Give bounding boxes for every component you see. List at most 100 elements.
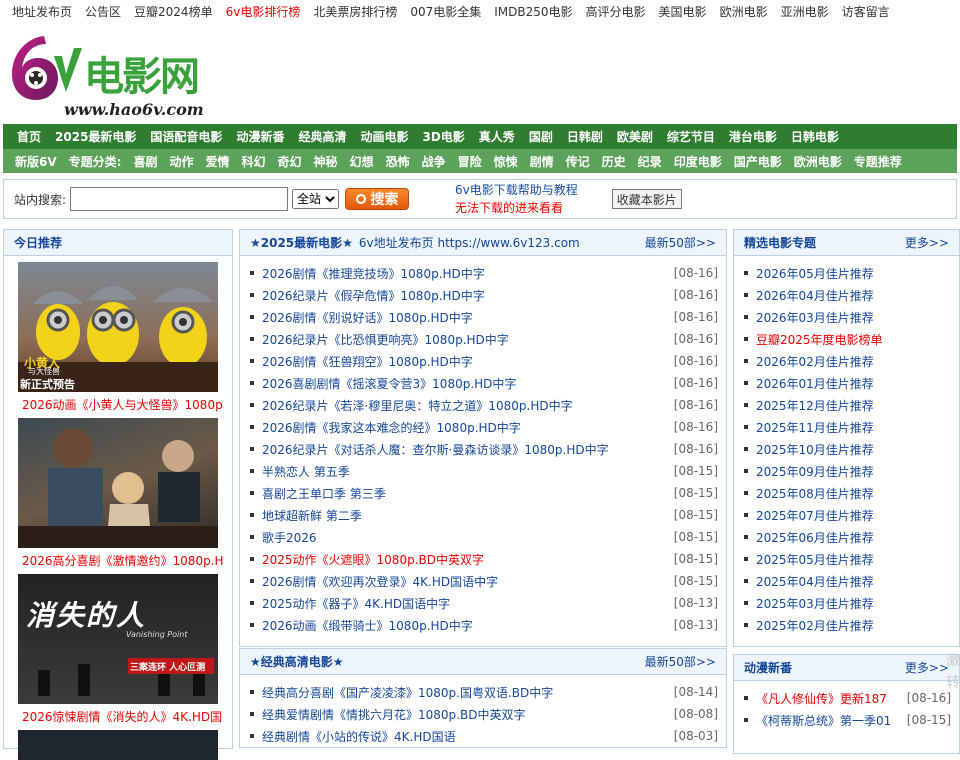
top-nav-link[interactable]: 地址发布页 <box>12 3 72 20</box>
category-nav-item[interactable]: 神秘 <box>314 153 338 170</box>
category-nav-item[interactable]: 印度电影 <box>674 153 722 170</box>
poster-minions[interactable]: 小黄人 与大怪兽 新正式预告 <box>18 262 218 392</box>
poster-passion[interactable] <box>18 418 218 548</box>
list-item-link[interactable]: 《凡人修仙传》更新187 <box>756 690 887 707</box>
list-item-link[interactable]: 2025年05月佳片推荐 <box>756 551 874 568</box>
list-item-link[interactable]: 2026动画《缎带骑士》1080p.HD中字 <box>262 617 473 634</box>
category-nav-item[interactable]: 惊悚 <box>494 153 518 170</box>
main-nav-item[interactable]: 港台电影 <box>729 128 777 145</box>
top-nav-link[interactable]: 亚洲电影 <box>781 3 829 20</box>
list-item-link[interactable]: 2025年04月佳片推荐 <box>756 573 874 590</box>
list-item-link[interactable]: 2025年08月佳片推荐 <box>756 485 874 502</box>
main-nav-item[interactable]: 动画电影 <box>360 128 408 145</box>
list-item-link[interactable]: 2026剧情《狂兽翔空》1080p.HD中字 <box>262 353 473 370</box>
list-item-link[interactable]: 2026纪录片《假孕危情》1080p.HD中字 <box>262 287 485 304</box>
category-nav-item[interactable]: 传记 <box>566 153 590 170</box>
main-nav-item[interactable]: 2025最新电影 <box>55 128 136 145</box>
top-nav-link[interactable]: 访客留言 <box>842 3 890 20</box>
main-nav-item[interactable]: 综艺节目 <box>667 128 715 145</box>
category-nav-item[interactable]: 恐怖 <box>386 153 410 170</box>
bookmark-button[interactable]: 收藏本影片 <box>611 189 682 209</box>
download-help-link[interactable]: 6v电影下载帮助与教程 <box>455 181 578 199</box>
search-button[interactable]: 搜索 <box>345 188 410 210</box>
top-nav-link[interactable]: IMDB250电影 <box>494 3 572 20</box>
list-item-link[interactable]: 2026喜剧剧情《摇滚夏令营3》1080p.HD中字 <box>262 375 516 392</box>
top-nav-link[interactable]: 北美票房排行榜 <box>313 3 397 20</box>
list-item-link[interactable]: 2026年04月佳片推荐 <box>756 287 874 304</box>
main-nav-item[interactable]: 经典高清 <box>298 128 346 145</box>
list-item-link[interactable]: 豆瓣2025年度电影榜单 <box>756 331 883 348</box>
anime-more-link[interactable]: 更多>> <box>905 659 949 676</box>
list-item-link[interactable]: 经典爱情剧情《情挑六月花》1080p.BD中英双字 <box>262 706 525 723</box>
list-item-link[interactable]: 2025动作《器子》4K.HD国语中字 <box>262 595 450 612</box>
category-nav-item[interactable]: 幻想 <box>350 153 374 170</box>
list-item-link[interactable]: 2026纪录片《若泽·穆里尼奥：特立之道》1080p.HD中字 <box>262 397 573 414</box>
poster-caption[interactable]: 2026惊悚剧情《消失的人》4K.HD国 <box>4 704 232 730</box>
category-nav-item[interactable]: 科幻 <box>242 153 266 170</box>
poster-caption[interactable]: 2026高分喜剧《激情邀约》1080p.H <box>4 548 232 574</box>
list-item-link[interactable]: 2025年10月佳片推荐 <box>756 441 874 458</box>
list-item-link[interactable]: 经典高分喜剧《国产凌凌漆》1080p.国粤双语.BD中字 <box>262 684 553 701</box>
category-nav-item[interactable]: 奇幻 <box>278 153 302 170</box>
poster-vanishing[interactable]: 消失的人 Vanishing Point 三案连环 人心叵测 <box>18 574 218 704</box>
list-item-link[interactable]: 地球超新鲜 第二季 <box>262 507 362 524</box>
list-item-link[interactable]: 2025年07月佳片推荐 <box>756 507 874 524</box>
list-item-link[interactable]: 2026纪录片《比恐惧更响亮》1080p.HD中字 <box>262 331 509 348</box>
list-item-link[interactable]: 半熟恋人 第五季 <box>262 463 350 480</box>
main-nav-item[interactable]: 动漫新番 <box>236 128 284 145</box>
list-item-link[interactable]: 2025年06月佳片推荐 <box>756 529 874 546</box>
list-item-link[interactable]: 2025动作《火遮眼》1080p.BD中英双字 <box>262 551 484 568</box>
classic-more-link[interactable]: 最新50部>> <box>645 653 716 670</box>
category-nav-item[interactable]: 剧情 <box>530 153 554 170</box>
top-nav-link[interactable]: 007电影全集 <box>410 3 481 20</box>
top-nav-link[interactable]: 公告区 <box>85 3 121 20</box>
category-nav-item[interactable]: 爱情 <box>205 153 229 170</box>
list-item-link[interactable]: 歌手2026 <box>262 529 317 546</box>
list-item-link[interactable]: 2026剧情《推理竞技场》1080p.HD中字 <box>262 265 485 282</box>
list-item-link[interactable]: 《柯蒂斯总统》第一季01 <box>756 712 891 729</box>
list-item-link[interactable]: 2026剧情《我家这本难念的经》1080p.HD中字 <box>262 419 521 436</box>
list-item-link[interactable]: 2026年01月佳片推荐 <box>756 375 874 392</box>
list-item-link[interactable]: 2025年03月佳片推荐 <box>756 595 874 612</box>
list-item-link[interactable]: 2025年09月佳片推荐 <box>756 463 874 480</box>
main-nav-item[interactable]: 日韩剧 <box>567 128 603 145</box>
category-nav-item[interactable]: 动作 <box>169 153 193 170</box>
list-item-link[interactable]: 2025年02月佳片推荐 <box>756 617 874 634</box>
category-nav-item[interactable]: 喜剧 <box>133 153 157 170</box>
new-version-link[interactable]: 新版6V <box>15 153 57 170</box>
list-item-link[interactable]: 2026纪录片《对话杀人魔：查尔斯·曼森访谈录》1080p.HD中字 <box>262 441 609 458</box>
list-item-link[interactable]: 2026年03月佳片推荐 <box>756 309 874 326</box>
top-nav-link[interactable]: 高评分电影 <box>586 3 646 20</box>
list-item-link[interactable]: 2025年12月佳片推荐 <box>756 397 874 414</box>
list-item-link[interactable]: 2026年02月佳片推荐 <box>756 353 874 370</box>
top-nav-link[interactable]: 美国电影 <box>659 3 707 20</box>
main-nav-item[interactable]: 首页 <box>17 128 41 145</box>
latest-more-link[interactable]: 最新50部>> <box>645 234 716 251</box>
list-item-link[interactable]: 2026年05月佳片推荐 <box>756 265 874 282</box>
top-nav-link[interactable]: 6v电影排行榜 <box>226 3 301 20</box>
category-nav-item[interactable]: 国产电影 <box>734 153 782 170</box>
poster-caption[interactable]: 2026动画《小黄人与大怪兽》1080p <box>4 392 232 418</box>
list-item-link[interactable]: 2026剧情《欢迎再次登录》4K.HD国语中字 <box>262 573 498 590</box>
search-input[interactable] <box>70 187 289 211</box>
list-item-link[interactable]: 经典剧情《小站的传说》4K.HD国语 <box>262 728 456 745</box>
main-nav-item[interactable]: 国剧 <box>529 128 553 145</box>
category-nav-item[interactable]: 专题推荐 <box>854 153 902 170</box>
download-issue-link[interactable]: 无法下载的进来看看 <box>455 199 578 217</box>
search-scope-select[interactable]: 全站 <box>292 189 340 209</box>
list-item-link[interactable]: 2025年11月佳片推荐 <box>756 419 874 436</box>
main-nav-item[interactable]: 真人秀 <box>479 128 515 145</box>
category-nav-item[interactable]: 纪录 <box>638 153 662 170</box>
main-nav-item[interactable]: 国语配音电影 <box>150 128 222 145</box>
category-nav-item[interactable]: 冒险 <box>458 153 482 170</box>
category-nav-item[interactable]: 历史 <box>602 153 626 170</box>
site-logo[interactable]: 电影网 www.hao6v.com <box>4 30 204 122</box>
category-nav-item[interactable]: 欧洲电影 <box>794 153 842 170</box>
top-nav-link[interactable]: 豆瓣2024榜单 <box>134 3 213 20</box>
top-nav-link[interactable]: 欧洲电影 <box>720 3 768 20</box>
category-nav-item[interactable]: 战争 <box>422 153 446 170</box>
list-item-link[interactable]: 2026剧情《别说好话》1080p.HD中字 <box>262 309 473 326</box>
main-nav-item[interactable]: 欧美剧 <box>617 128 653 145</box>
list-item-link[interactable]: 喜剧之王单口季 第三季 <box>262 485 386 502</box>
main-nav-item[interactable]: 3D电影 <box>422 128 464 145</box>
